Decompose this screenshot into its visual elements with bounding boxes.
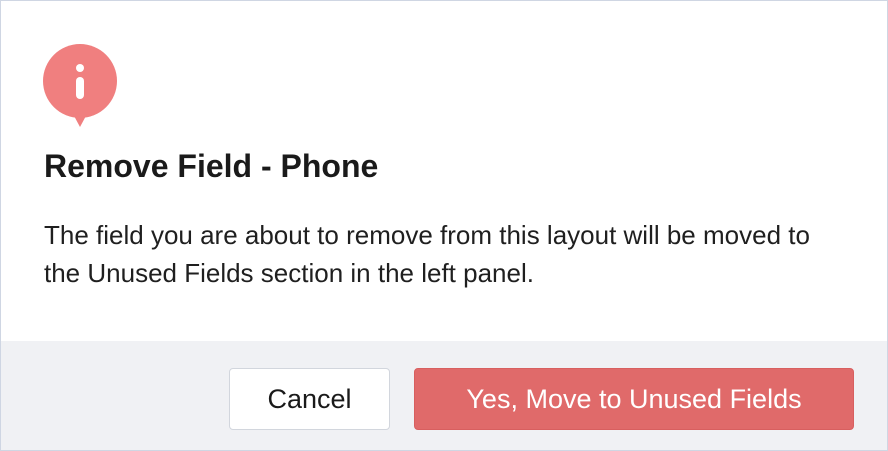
remove-field-dialog: Remove Field - Phone The field you are a…	[0, 0, 888, 451]
move-to-unused-fields-button[interactable]: Yes, Move to Unused Fields	[414, 368, 854, 430]
info-icon	[43, 44, 117, 127]
dialog-body: Remove Field - Phone The field you are a…	[1, 1, 887, 341]
dialog-message: The field you are about to remove from t…	[44, 220, 810, 288]
dialog-footer: Cancel Yes, Move to Unused Fields	[1, 341, 887, 450]
dialog-title: Remove Field - Phone	[44, 148, 379, 184]
cancel-button[interactable]: Cancel	[229, 368, 390, 430]
